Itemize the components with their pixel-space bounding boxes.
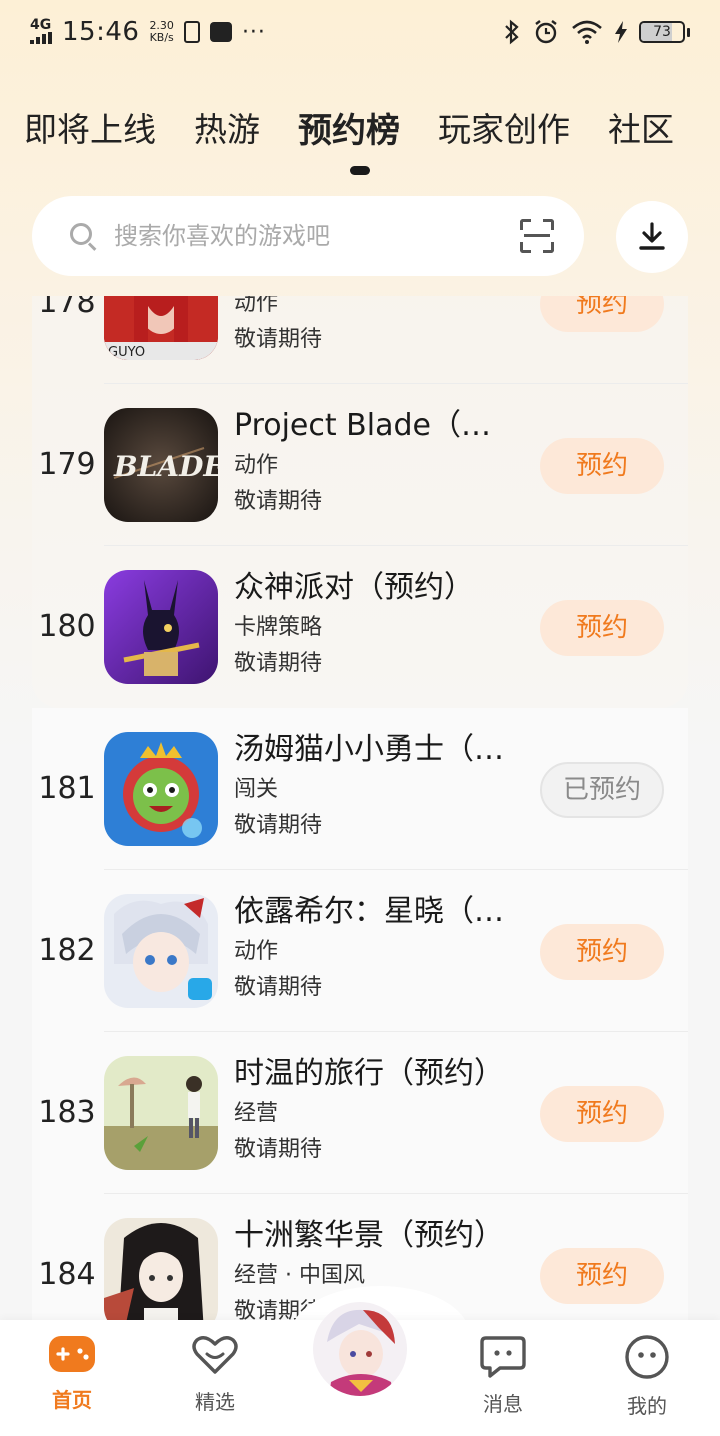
- game-title: 依露希尔：星晓（…: [234, 894, 504, 929]
- game-row-181[interactable]: 181 汤姆猫小小勇士（… 闯关 敬请期待 已预约: [32, 708, 688, 870]
- tab-community[interactable]: 社区: [608, 103, 674, 151]
- signal-icon: 4G: [30, 18, 52, 47]
- game-genre: 闯关: [234, 777, 279, 802]
- rank-number: 180: [38, 609, 96, 644]
- nav-label: 首页: [52, 1388, 92, 1412]
- scan-icon[interactable]: [520, 219, 554, 253]
- game-icon[interactable]: [104, 732, 218, 846]
- network-type: 4G: [30, 16, 52, 33]
- game-title: 汤姆猫小小勇士（…: [234, 732, 504, 767]
- message-notification-icon: [209, 22, 232, 42]
- search-input[interactable]: [114, 222, 520, 250]
- game-title: 十洲繁华景（预约）: [234, 1218, 504, 1253]
- battery-level: 73: [653, 24, 671, 40]
- tab-upcoming[interactable]: 即将上线: [24, 103, 156, 151]
- rank-number: 178: [38, 296, 96, 320]
- download-icon: [639, 222, 665, 250]
- heart-icon: [192, 1336, 238, 1374]
- game-genre: 卡牌策略: [234, 615, 323, 640]
- game-icon[interactable]: [104, 570, 218, 684]
- game-status: 敬请期待: [234, 327, 323, 352]
- rank-number: 182: [38, 933, 96, 968]
- active-tab-indicator: [350, 166, 370, 175]
- tab-player-creations[interactable]: 玩家创作: [438, 103, 570, 151]
- game-row-180[interactable]: 180 众神派对（预约） 卡牌策略 敬请期待 预约: [32, 546, 688, 708]
- wifi-icon: [572, 20, 602, 44]
- game-status: 敬请期待: [234, 489, 323, 514]
- rank-number: 184: [38, 1257, 96, 1292]
- game-icon[interactable]: GUYO: [104, 296, 218, 360]
- game-icon[interactable]: [104, 1056, 218, 1170]
- nav-label: 消息: [483, 1392, 523, 1416]
- reserve-button[interactable]: 预约: [540, 296, 664, 332]
- reserve-button[interactable]: 预约: [540, 1248, 664, 1304]
- tab-reservation-chart[interactable]: 预约榜: [298, 103, 400, 152]
- chat-icon: [480, 1336, 526, 1378]
- reserve-button[interactable]: 预约: [540, 438, 664, 494]
- clock: 15:46: [62, 17, 140, 47]
- nav-featured[interactable]: 精选: [170, 1334, 260, 1415]
- search-icon: [68, 221, 98, 251]
- bluetooth-icon: [505, 19, 519, 45]
- phone-icon: [183, 21, 200, 43]
- game-row-179[interactable]: 179 BLADE Project Blade（… 动作 敬请期待 预约: [32, 384, 688, 546]
- tab-hot-games[interactable]: 热游: [194, 103, 260, 151]
- game-icon[interactable]: [104, 1218, 218, 1320]
- category-tabs: 即将上线 热游 预约榜 玩家创作 社区: [0, 92, 720, 162]
- reservation-ranking-list[interactable]: 178 GUYO 动作 敬请期待 预约 179 BLADE Project Bl…: [32, 296, 688, 1320]
- nav-home[interactable]: 首页: [27, 1334, 117, 1413]
- game-row-182[interactable]: 182 依露希尔：星晓（… 动作 敬请期待 预约: [32, 870, 688, 1032]
- nav-messages[interactable]: 消息: [458, 1334, 548, 1417]
- reserve-button[interactable]: 预约: [540, 600, 664, 656]
- game-genre: 动作: [234, 939, 279, 964]
- game-title: 众神派对（预约）: [234, 570, 474, 605]
- speed-unit: KB/s: [149, 31, 174, 44]
- nav-label: 精选: [195, 1390, 235, 1414]
- status-bar: 4G 15:46 2.30 KB/s ··· 73: [0, 0, 720, 64]
- reserved-button[interactable]: 已预约: [540, 762, 664, 818]
- more-notifications-icon: ···: [241, 19, 266, 45]
- rank-number: 183: [38, 1095, 96, 1130]
- game-status: 敬请期待: [234, 651, 323, 676]
- battery-icon: 73: [639, 21, 690, 43]
- icon-text: GUYO: [108, 345, 145, 360]
- game-genre: 经营: [234, 1101, 279, 1126]
- game-icon[interactable]: [104, 894, 218, 1008]
- game-row-183[interactable]: 183 时温的旅行（预约） 经营 敬请期待 预约: [32, 1032, 688, 1194]
- game-genre: 动作: [234, 296, 279, 316]
- charging-icon: [615, 21, 627, 43]
- gamepad-icon: [49, 1336, 95, 1372]
- alarm-icon: [535, 20, 557, 44]
- game-title: 时温的旅行（预约）: [234, 1056, 504, 1091]
- icon-text: BLADE: [113, 450, 218, 483]
- game-status: 敬请期待: [234, 1137, 323, 1162]
- game-title: Project Blade（…: [234, 408, 491, 443]
- game-genre: 动作: [234, 453, 279, 478]
- rank-number: 181: [38, 771, 96, 806]
- smiley-face-icon: [625, 1335, 669, 1379]
- nav-profile[interactable]: 我的: [602, 1334, 692, 1419]
- reserve-button[interactable]: 预约: [540, 1086, 664, 1142]
- avatar-center-button[interactable]: [313, 1302, 407, 1396]
- game-row-178[interactable]: 178 GUYO 动作 敬请期待 预约: [32, 296, 688, 384]
- nav-label: 我的: [627, 1394, 667, 1418]
- rank-number: 179: [38, 447, 96, 482]
- reserve-button[interactable]: 预约: [540, 924, 664, 980]
- search-bar[interactable]: [32, 196, 584, 276]
- game-status: 敬请期待: [234, 975, 323, 1000]
- game-icon[interactable]: BLADE: [104, 408, 218, 522]
- avatar: [313, 1302, 407, 1396]
- download-button[interactable]: [616, 201, 688, 273]
- network-speed: 2.30 KB/s: [149, 20, 174, 44]
- game-status: 敬请期待: [234, 813, 323, 838]
